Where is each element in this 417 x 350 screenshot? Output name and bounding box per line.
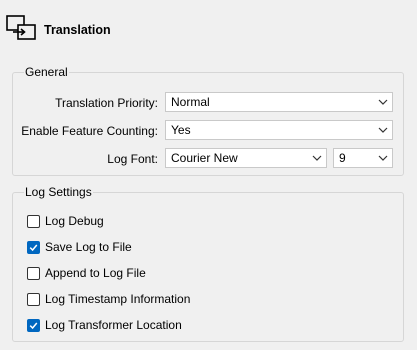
append-to-log-file-label: Append to Log File [45, 266, 146, 280]
log-settings-group-label: Log Settings [24, 185, 93, 199]
page-title: Translation [44, 23, 111, 37]
chevron-down-icon [312, 155, 322, 161]
log-font-size-select[interactable]: 9 [333, 148, 393, 168]
save-log-to-file-checkbox[interactable] [27, 241, 40, 254]
log-debug-label: Log Debug [45, 214, 104, 228]
save-log-to-file-label: Save Log to File [45, 240, 132, 254]
enable-feature-counting-select[interactable]: Yes [165, 120, 393, 140]
log-timestamp-information-checkbox[interactable] [27, 293, 40, 306]
log-transformer-location-label: Log Transformer Location [45, 318, 182, 332]
general-group: General Translation Priority: Normal Ena… [12, 65, 404, 176]
log-settings-group: Log Settings Log Debug Save Log to File … [12, 185, 404, 342]
log-timestamp-information-label: Log Timestamp Information [45, 292, 191, 306]
general-group-label: General [24, 65, 69, 79]
checkmark-icon [29, 322, 38, 330]
translation-priority-value: Normal [171, 95, 210, 109]
log-debug-checkbox[interactable] [27, 215, 40, 228]
log-font-value: Courier New [171, 151, 238, 165]
enable-feature-counting-value: Yes [171, 123, 191, 137]
translation-priority-select[interactable]: Normal [165, 92, 393, 112]
translation-priority-label: Translation Priority: [55, 96, 158, 110]
header: Translation [0, 0, 417, 56]
log-transformer-location-checkbox[interactable] [27, 319, 40, 332]
chevron-down-icon [378, 155, 388, 161]
chevron-down-icon [378, 127, 388, 133]
enable-feature-counting-label: Enable Feature Counting: [21, 124, 158, 138]
translation-icon [6, 15, 36, 40]
chevron-down-icon [378, 99, 388, 105]
log-font-label: Log Font: [107, 152, 158, 166]
append-to-log-file-checkbox[interactable] [27, 267, 40, 280]
checkmark-icon [29, 244, 38, 252]
log-font-select[interactable]: Courier New [165, 148, 327, 168]
log-font-size-value: 9 [339, 151, 346, 165]
